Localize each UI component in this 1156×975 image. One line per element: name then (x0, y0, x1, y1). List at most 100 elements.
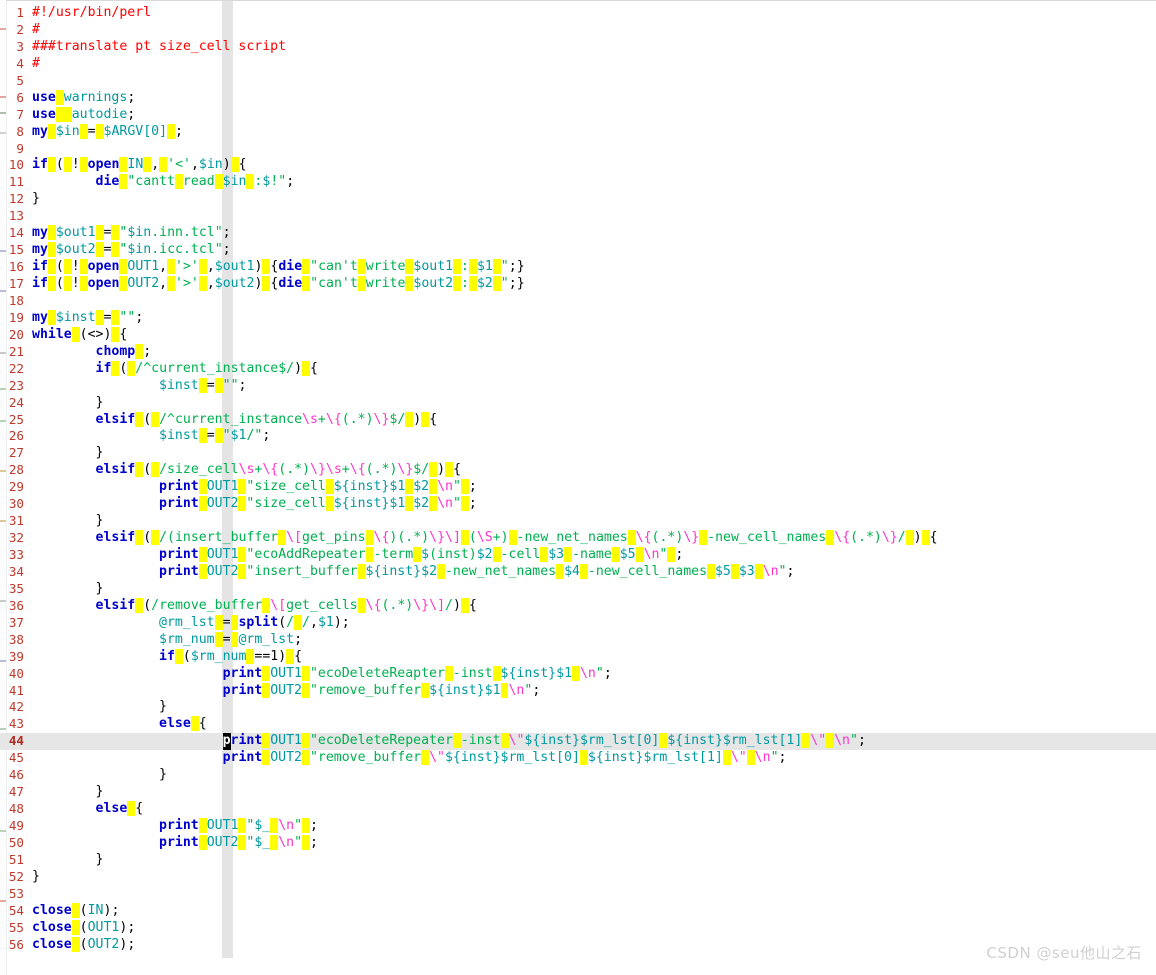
code-line[interactable]: 2 # (0, 22, 1156, 39)
line-code[interactable]: print OUT1 "ecoDeleteRepeater -inst \"${… (24, 733, 866, 751)
line-code[interactable]: print OUT2 "size_cell ${inst}$1 $2 \n" ; (24, 496, 477, 513)
code-line[interactable]: 49 print OUT1 "$_ \n" ; (0, 818, 1156, 835)
code-line[interactable]: 14 my $out1 = "$in.inn.tcl"; (0, 225, 1156, 242)
code-line[interactable]: 37 @rm_lst = split(/ /,$1); (0, 614, 1156, 632)
line-code[interactable]: print OUT1 "ecoAddRepeater -term $(inst)… (24, 547, 683, 564)
line-code[interactable]: @rm_lst = split(/ /,$1); (24, 614, 350, 632)
code-line[interactable]: 36 elsif (/remove_buffer \[get_cells \{(… (0, 597, 1156, 615)
line-code[interactable]: close (OUT1); (24, 919, 135, 937)
line-code[interactable]: print OUT1 "size_cell ${inst}$1 $2 \n" ; (24, 479, 477, 496)
code-line[interactable]: 15 my $out2 = "$in.icc.tcl"; (0, 242, 1156, 259)
code-line[interactable]: 28 elsif ( /size_cell\s+\{(.*)\}\s+\{(.*… (0, 462, 1156, 479)
code-line[interactable]: 51 } (0, 852, 1156, 869)
code-line[interactable]: 38 $rm_num = @rm_lst; (0, 631, 1156, 649)
code-line[interactable]: 11 die "cantt read $in :$!"; (0, 174, 1156, 191)
line-code[interactable]: # (24, 22, 40, 39)
line-code[interactable]: if ( ! open OUT2, '>' ,$out2) {die "can'… (24, 276, 525, 293)
code-line[interactable]: 20 while (<>) { (0, 326, 1156, 344)
line-code[interactable]: } (24, 395, 104, 412)
line-code[interactable]: } (24, 767, 167, 784)
code-line[interactable]: 42 } (0, 699, 1156, 716)
line-code[interactable]: use autodie; (24, 106, 135, 124)
code-line[interactable]: 23 $inst = ""; (0, 377, 1156, 395)
line-code[interactable]: print OUT2 "remove_buffer ${inst}$1 \n"; (24, 682, 540, 700)
code-line[interactable]: 19 my $inst = ""; (0, 309, 1156, 327)
line-code[interactable]: } (24, 784, 104, 801)
code-line[interactable]: 7 use autodie; (0, 106, 1156, 124)
line-code[interactable]: #!/usr/bin/perl (24, 5, 151, 22)
code-line[interactable]: 53 (0, 886, 1156, 903)
line-code[interactable]: else { (24, 716, 207, 733)
code-line[interactable]: 34 print OUT2 "insert_buffer ${inst}$2 -… (0, 563, 1156, 581)
code-line[interactable]: 52} (0, 869, 1156, 886)
code-line[interactable]: 21 chomp ; (0, 343, 1156, 361)
line-code[interactable]: else { (24, 801, 143, 818)
line-code[interactable]: my $out2 = "$in.icc.tcl"; (24, 242, 231, 259)
code-line[interactable]: 46 } (0, 767, 1156, 784)
line-code[interactable]: die "cantt read $in :$!"; (24, 174, 294, 191)
line-code[interactable]: elsif ( /(insert_buffer \[get_pins \{)(.… (24, 530, 938, 547)
line-code[interactable]: my $out1 = "$in.inn.tcl"; (24, 225, 231, 242)
code-line[interactable]: 25 elsif ( /^current_instance\s+\{(.*)\}… (0, 411, 1156, 429)
code-line[interactable]: 27 } (0, 445, 1156, 462)
code-line[interactable]: 32 elsif ( /(insert_buffer \[get_pins \{… (0, 530, 1156, 547)
line-code[interactable]: if ( ! open IN , '<',$in) { (24, 157, 247, 174)
line-code[interactable]: close (IN); (24, 902, 119, 920)
code-line[interactable]: 17 if ( ! open OUT2, '>' ,$out2) {die "ca… (0, 276, 1156, 293)
code-line[interactable]: 18 (0, 293, 1156, 310)
code-line[interactable]: 35 } (0, 581, 1156, 598)
line-code[interactable]: print OUT2 "remove_buffer \"${inst}$rm_l… (24, 750, 786, 767)
code-line[interactable]: 9 (0, 141, 1156, 158)
code-line[interactable]: 6 use warnings; (0, 89, 1156, 107)
line-code[interactable]: } (24, 869, 40, 886)
code-line[interactable]: 12} (0, 191, 1156, 208)
code-line[interactable]: 24 } (0, 395, 1156, 412)
line-code[interactable]: while (<>) { (24, 326, 127, 344)
code-line[interactable]: 5 (0, 73, 1156, 90)
code-line[interactable]: 29 print OUT1 "size_cell ${inst}$1 $2 \n… (0, 479, 1156, 496)
code-line[interactable]: 8 my $in = $ARGV[0] ; (0, 123, 1156, 141)
code-line[interactable]: 55 close (OUT1); (0, 919, 1156, 937)
code-line[interactable]: 31 } (0, 513, 1156, 530)
code-line[interactable]: 43 else { (0, 716, 1156, 733)
code-line[interactable]: 1 #!/usr/bin/perl (0, 5, 1156, 22)
line-code[interactable]: } (24, 445, 104, 462)
line-code[interactable]: } (24, 191, 40, 208)
line-code[interactable]: print OUT2 "insert_buffer ${inst}$2 -new… (24, 563, 794, 581)
code-line[interactable]: 44 print OUT1 "ecoDeleteRepeater -inst \… (0, 733, 1156, 751)
code-line[interactable]: 54 close (IN); (0, 902, 1156, 920)
line-code[interactable]: my $in = $ARGV[0] ; (24, 123, 183, 141)
line-code[interactable]: ###translate pt size_cell script (24, 39, 286, 56)
code-line[interactable]: 56 close (OUT2); (0, 936, 1156, 954)
code-content[interactable]: 1 #!/usr/bin/perl 2 #3 ###translate pt size_… (0, 5, 1156, 954)
code-line[interactable]: 48 else { (0, 801, 1156, 818)
code-line[interactable]: 22 if ( /^current_instance$/) { (0, 360, 1156, 378)
line-code[interactable]: print OUT1 "ecoDeleteReapter -inst ${ins… (24, 665, 612, 683)
line-code[interactable]: } (24, 699, 167, 716)
line-code[interactable]: } (24, 581, 104, 598)
code-editor[interactable]: 1 #!/usr/bin/perl 2 #3 ###translate pt size_… (0, 0, 1156, 975)
code-line[interactable]: 33 print OUT1 "ecoAddRepeater -term $(in… (0, 547, 1156, 564)
line-code[interactable]: if ( /^current_instance$/) { (24, 360, 318, 378)
code-line[interactable]: 26 $inst = "$1/"; (0, 428, 1156, 445)
line-code[interactable]: } (24, 852, 104, 869)
code-line[interactable]: 47 } (0, 784, 1156, 801)
code-line[interactable]: 45 print OUT2 "remove_buffer \"${inst}$r… (0, 750, 1156, 767)
line-code[interactable]: $rm_num = @rm_lst; (24, 631, 302, 649)
line-code[interactable]: if ( ! open OUT1, '>' ,$out1) {die "can'… (24, 259, 525, 276)
line-code[interactable]: # (24, 56, 40, 73)
code-line[interactable]: 16 if ( ! open OUT1, '>' ,$out1) {die "ca… (0, 259, 1156, 276)
code-line[interactable]: 39 if ($rm_num ==1) { (0, 648, 1156, 666)
code-line[interactable]: 30 print OUT2 "size_cell ${inst}$1 $2 \n… (0, 496, 1156, 513)
line-code[interactable]: use warnings; (24, 89, 135, 107)
code-line[interactable]: 4 # (0, 56, 1156, 73)
line-code[interactable]: print OUT1 "$_ \n" ; (24, 818, 318, 835)
code-line[interactable]: 50 print OUT2 "$_ \n" ; (0, 834, 1156, 852)
line-code[interactable]: chomp ; (24, 343, 151, 361)
line-code[interactable]: } (24, 513, 104, 530)
line-code[interactable]: elsif ( /^current_instance\s+\{(.*)\}$/ … (24, 411, 437, 429)
line-code[interactable]: elsif ( /size_cell\s+\{(.*)\}\s+\{(.*)\}… (24, 462, 461, 479)
line-code[interactable]: if ($rm_num ==1) { (24, 648, 302, 666)
code-line[interactable]: 13 (0, 208, 1156, 225)
code-line[interactable]: 40 print OUT1 "ecoDeleteReapter -inst ${… (0, 665, 1156, 683)
